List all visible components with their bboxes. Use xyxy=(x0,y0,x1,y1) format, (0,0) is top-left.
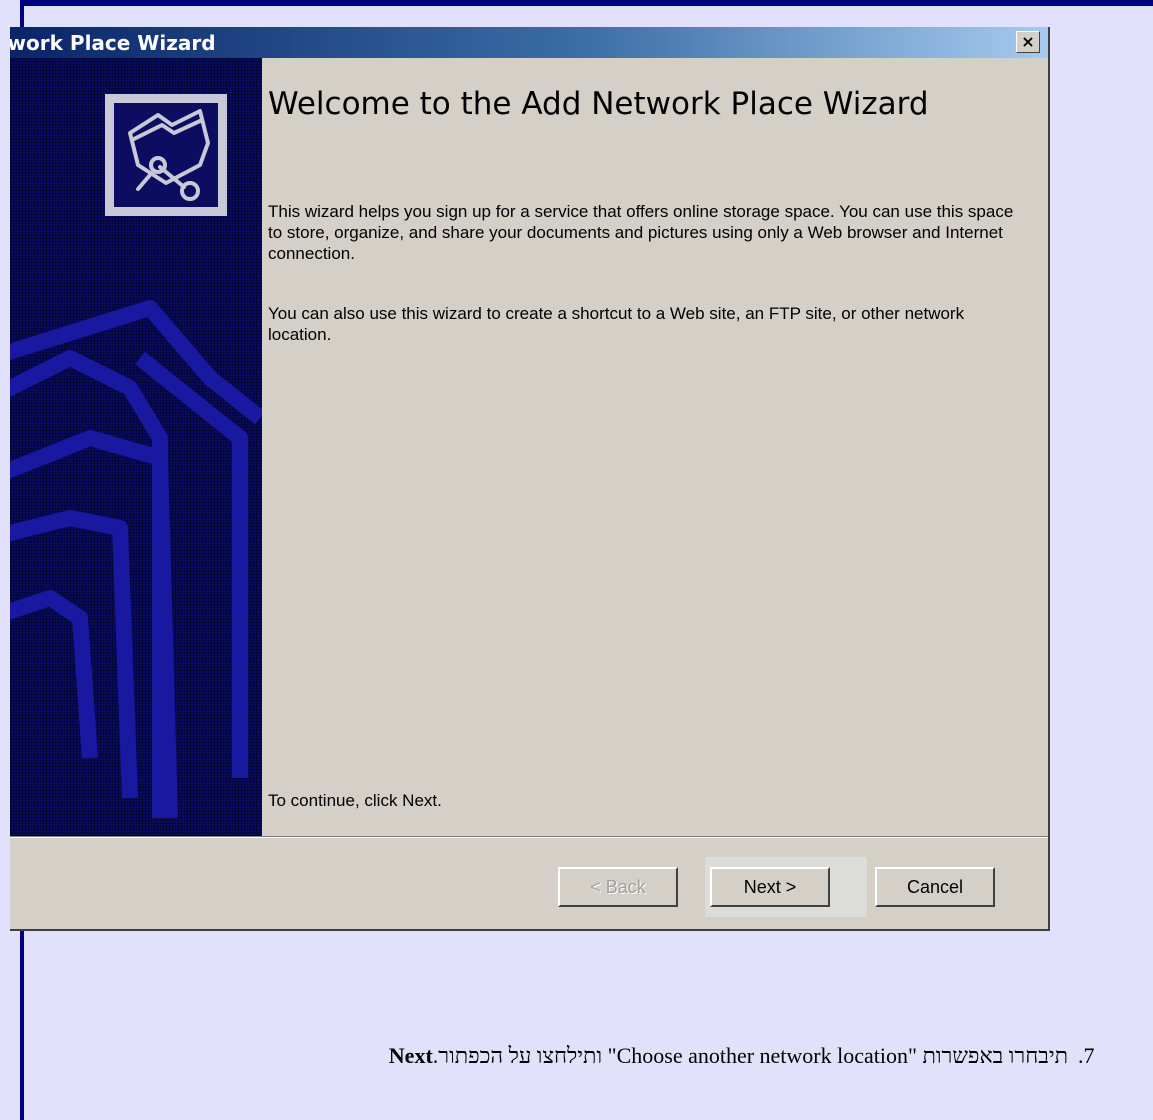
close-button[interactable]: × xyxy=(1016,31,1040,53)
step-button-name: Next xyxy=(388,1043,433,1068)
wizard-content: Welcome to the Add Network Place Wizard … xyxy=(262,58,1048,836)
wizard-logo xyxy=(105,94,227,216)
wizard-window: twork Place Wizard × Welcome to the Add … xyxy=(10,27,1050,931)
instruction-step: .7 תיבחרו באפשרות "Choose another networ… xyxy=(0,1040,1153,1070)
wizard-heading: Welcome to the Add Network Place Wizard xyxy=(268,86,929,122)
wizard-description-secondary: You can also use this wizard to create a… xyxy=(268,304,965,344)
wizard-description: This wizard helps you sign up for a serv… xyxy=(268,202,1014,263)
step-description: תיבחרו באפשרות "Choose another network l… xyxy=(432,1043,1068,1068)
title-bar[interactable]: twork Place Wizard × xyxy=(10,27,1048,58)
back-button[interactable]: < Back xyxy=(558,867,678,907)
step-number: .7 xyxy=(1078,1043,1095,1068)
window-title: twork Place Wizard xyxy=(10,31,216,55)
continue-hint: To continue, click Next. xyxy=(268,791,442,810)
network-folder-icon xyxy=(114,103,218,207)
page-frame-top xyxy=(20,0,1153,6)
button-bar-divider xyxy=(10,836,1048,838)
step-text: תיבחרו באפשרות "Choose another network l… xyxy=(389,1043,1068,1069)
wizard-side-panel xyxy=(10,58,262,836)
cancel-button[interactable]: Cancel xyxy=(875,867,995,907)
next-button[interactable]: Next > xyxy=(710,867,830,907)
close-icon: × xyxy=(1021,32,1035,51)
